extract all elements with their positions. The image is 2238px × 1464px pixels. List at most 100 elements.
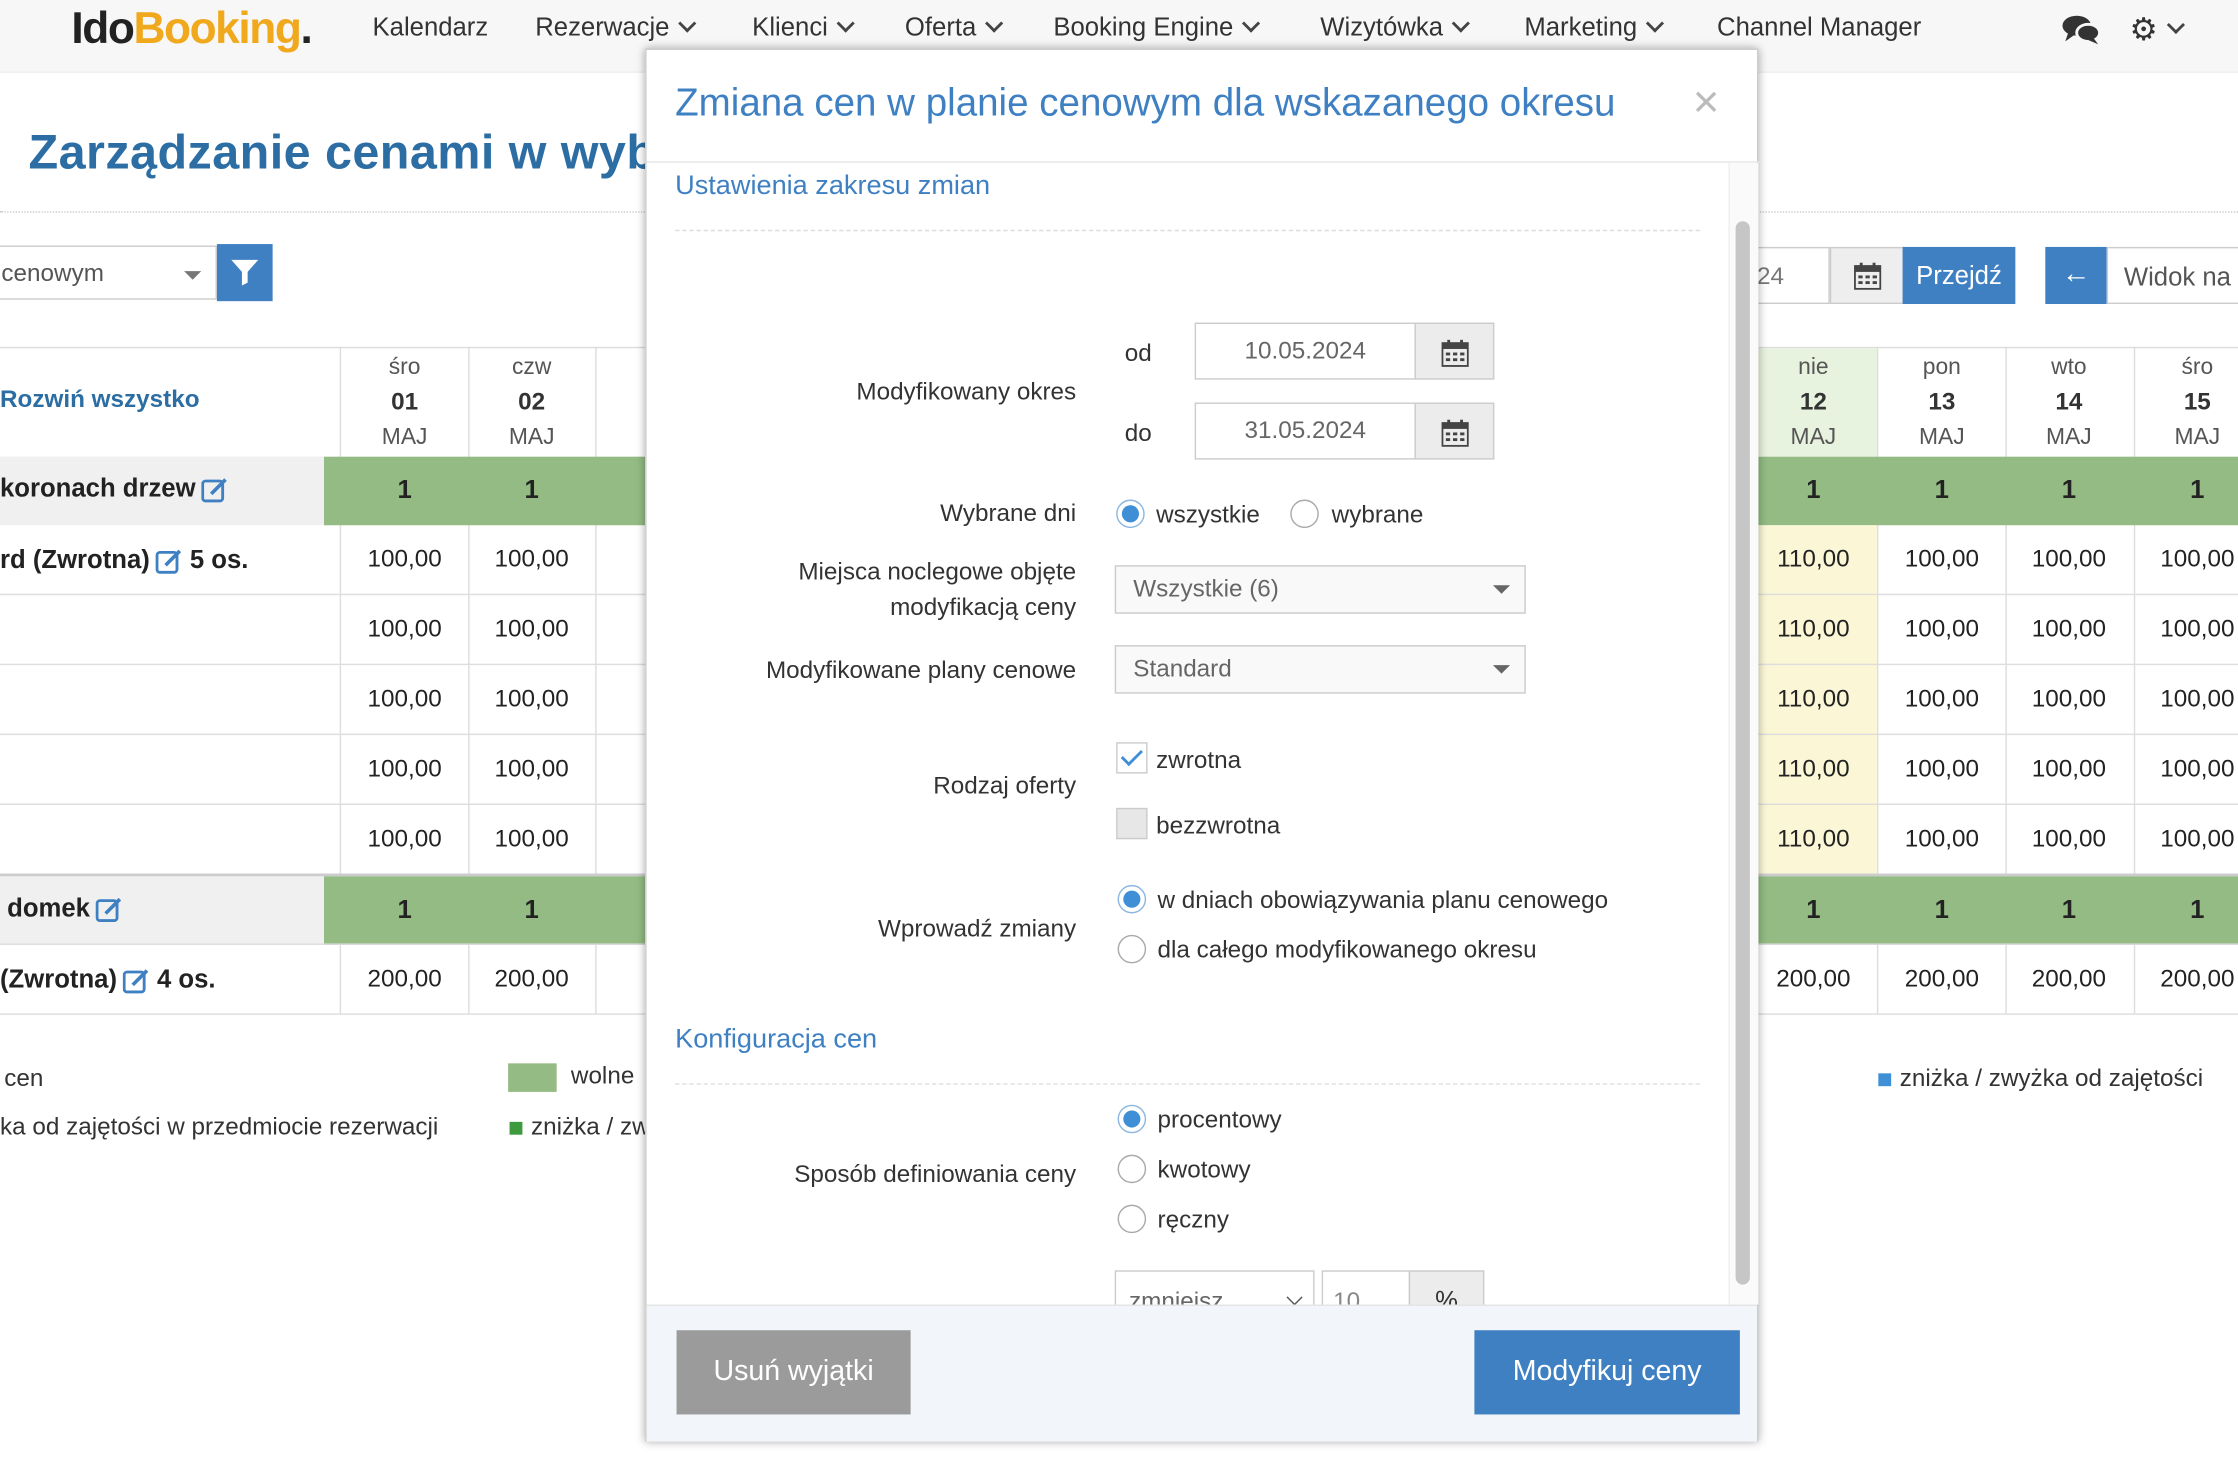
days-all-label[interactable]: wszystkie — [1156, 501, 1260, 530]
scrollbar-thumb[interactable] — [1735, 221, 1750, 1285]
mode-manual-label[interactable]: ręczny — [1158, 1206, 1229, 1235]
price-cell[interactable]: 100,00 — [1878, 755, 2005, 784]
nav-channel-manager[interactable]: Channel Manager — [1717, 13, 1921, 43]
amount-input[interactable]: 10 — [1321, 1270, 1411, 1305]
price-cell[interactable]: 100,00 — [2134, 825, 2238, 854]
price-cell[interactable]: 110,00 — [1750, 755, 1877, 784]
availability-count: 1 — [2190, 894, 2205, 924]
price-cell[interactable]: 100,00 — [2005, 545, 2132, 574]
view-select[interactable]: Widok na — [2106, 246, 2238, 305]
apply-plan-days-radio[interactable] — [1117, 884, 1147, 914]
price-cell[interactable]: 100,00 — [468, 615, 595, 644]
apply-whole-period-radio[interactable] — [1117, 934, 1147, 964]
price-cell[interactable]: 200,00 — [341, 965, 468, 994]
price-cell[interactable]: 100,00 — [2134, 615, 2238, 644]
price-cell[interactable]: 100,00 — [341, 615, 468, 644]
price-cell[interactable]: 100,00 — [2005, 825, 2132, 854]
nav-marketing[interactable]: Marketing — [1524, 13, 1665, 43]
mode-manual-radio[interactable] — [1117, 1204, 1147, 1234]
arrow-left-icon[interactable]: ← — [2045, 246, 2107, 305]
price-cell[interactable]: 100,00 — [468, 685, 595, 714]
caret-down-icon — [184, 271, 202, 280]
price-cell[interactable]: 100,00 — [2005, 685, 2132, 714]
price-cell[interactable]: 100,00 — [2005, 755, 2132, 784]
edit-icon[interactable] — [122, 967, 150, 994]
nav-booking-engine[interactable]: Booking Engine — [1053, 13, 1261, 43]
edit-icon[interactable] — [95, 896, 123, 923]
price-cell[interactable]: 200,00 — [468, 965, 595, 994]
expand-all-link[interactable]: Rozwiń wszystko — [0, 385, 200, 414]
price-cell[interactable]: 100,00 — [2134, 685, 2238, 714]
direction-select[interactable]: zmniejsz — [1114, 1270, 1315, 1305]
close-icon[interactable]: × — [1693, 79, 1720, 125]
price-cell[interactable]: 110,00 — [1750, 825, 1877, 854]
day-header-weekend: nie 12 MAJ — [1749, 348, 1877, 457]
days-all-radio[interactable] — [1116, 499, 1145, 529]
edit-icon[interactable] — [155, 548, 183, 575]
apply-plan-days-label[interactable]: w dniach obowiązywania planu cenowego — [1158, 886, 1609, 915]
filter-button[interactable] — [216, 244, 273, 302]
gear-icon[interactable]: ⚙ — [2130, 11, 2185, 48]
nav-oferta[interactable]: Oferta — [905, 13, 1004, 43]
price-cell[interactable]: 200,00 — [1878, 965, 2005, 994]
price-cell[interactable]: 100,00 — [341, 685, 468, 714]
modify-prices-button[interactable]: Modyfikuj ceny — [1474, 1330, 1740, 1415]
apply-whole-period-label[interactable]: dla całego modyfikowanego okresu — [1158, 936, 1537, 965]
remove-exceptions-button[interactable]: Usuń wyjątki — [676, 1330, 911, 1415]
date-input-right[interactable]: 24 — [1755, 246, 1830, 305]
price-cell[interactable]: 110,00 — [1750, 685, 1877, 714]
nav-klienci[interactable]: Klienci — [752, 13, 855, 43]
price-cell[interactable]: 100,00 — [1878, 615, 2005, 644]
mode-percent-label[interactable]: procentowy — [1158, 1106, 1282, 1135]
availability-count: 1 — [524, 894, 539, 924]
price-cell[interactable]: 100,00 — [341, 545, 468, 574]
offer-type-label: Rodzaj oferty — [933, 772, 1077, 800]
calendar-button-right[interactable] — [1829, 246, 1905, 305]
price-cell[interactable]: 100,00 — [468, 825, 595, 854]
calendar-to-button[interactable] — [1414, 402, 1495, 460]
price-cell[interactable]: 200,00 — [2134, 965, 2238, 994]
calendar-from-button[interactable] — [1414, 322, 1495, 380]
edit-icon[interactable] — [201, 476, 228, 503]
price-cell[interactable]: 100,00 — [468, 545, 595, 574]
chevron-down-icon — [1451, 14, 1470, 33]
refundable-label[interactable]: zwrotna — [1156, 746, 1241, 775]
mode-percent-radio[interactable] — [1117, 1104, 1147, 1134]
refundable-checkbox[interactable] — [1116, 742, 1148, 774]
logo[interactable]: IdoBooking. — [71, 3, 312, 54]
price-cell[interactable]: 100,00 — [1878, 545, 2005, 574]
price-cell[interactable]: 100,00 — [341, 825, 468, 854]
price-cell[interactable]: 100,00 — [2134, 545, 2238, 574]
price-cell[interactable]: 100,00 — [2005, 615, 2132, 644]
price-cell[interactable]: 100,00 — [341, 755, 468, 784]
nonrefundable-label[interactable]: bezzwrotna — [1156, 812, 1280, 841]
calendar-icon — [1441, 419, 1469, 447]
rooms-select[interactable]: Wszystkie (6) — [1114, 565, 1526, 614]
price-cell[interactable]: 110,00 — [1750, 545, 1877, 574]
modal-body: Ustawienia zakresu zmian Modyfikowany ok… — [647, 163, 1732, 1305]
days-selected-radio[interactable] — [1290, 499, 1319, 529]
plans-select[interactable]: Standard — [1114, 645, 1526, 694]
nav-rezerwacje[interactable]: Rezerwacje — [535, 13, 697, 43]
price-cell[interactable]: 100,00 — [1878, 685, 2005, 714]
price-cell[interactable]: 100,00 — [2134, 755, 2238, 784]
price-plan-select[interactable]: cenowym — [0, 245, 217, 300]
price-cell[interactable]: 200,00 — [2005, 965, 2132, 994]
chevron-down-icon — [1645, 14, 1665, 33]
date-from-input[interactable]: 10.05.2024 — [1194, 322, 1416, 380]
date-to-input[interactable]: 31.05.2024 — [1194, 402, 1416, 460]
nonrefundable-checkbox[interactable] — [1116, 807, 1148, 840]
availability-count: 1 — [1934, 894, 1949, 924]
price-cell[interactable]: 100,00 — [468, 755, 595, 784]
chat-icon[interactable] — [2062, 14, 2101, 45]
mode-amount-radio[interactable] — [1117, 1154, 1147, 1184]
price-cell[interactable]: 110,00 — [1750, 615, 1877, 644]
price-cell[interactable]: 100,00 — [1878, 825, 2005, 854]
days-selected-label[interactable]: wybrane — [1332, 501, 1424, 530]
nav-wizytowka[interactable]: Wizytówka — [1320, 13, 1470, 43]
mode-amount-label[interactable]: kwotowy — [1158, 1156, 1251, 1185]
legend-green-discount: zniżka / zw — [509, 1113, 650, 1142]
price-cell[interactable]: 200,00 — [1750, 965, 1877, 994]
nav-kalendarz[interactable]: Kalendarz — [373, 13, 489, 43]
go-button[interactable]: Przejdź — [1902, 246, 2016, 305]
